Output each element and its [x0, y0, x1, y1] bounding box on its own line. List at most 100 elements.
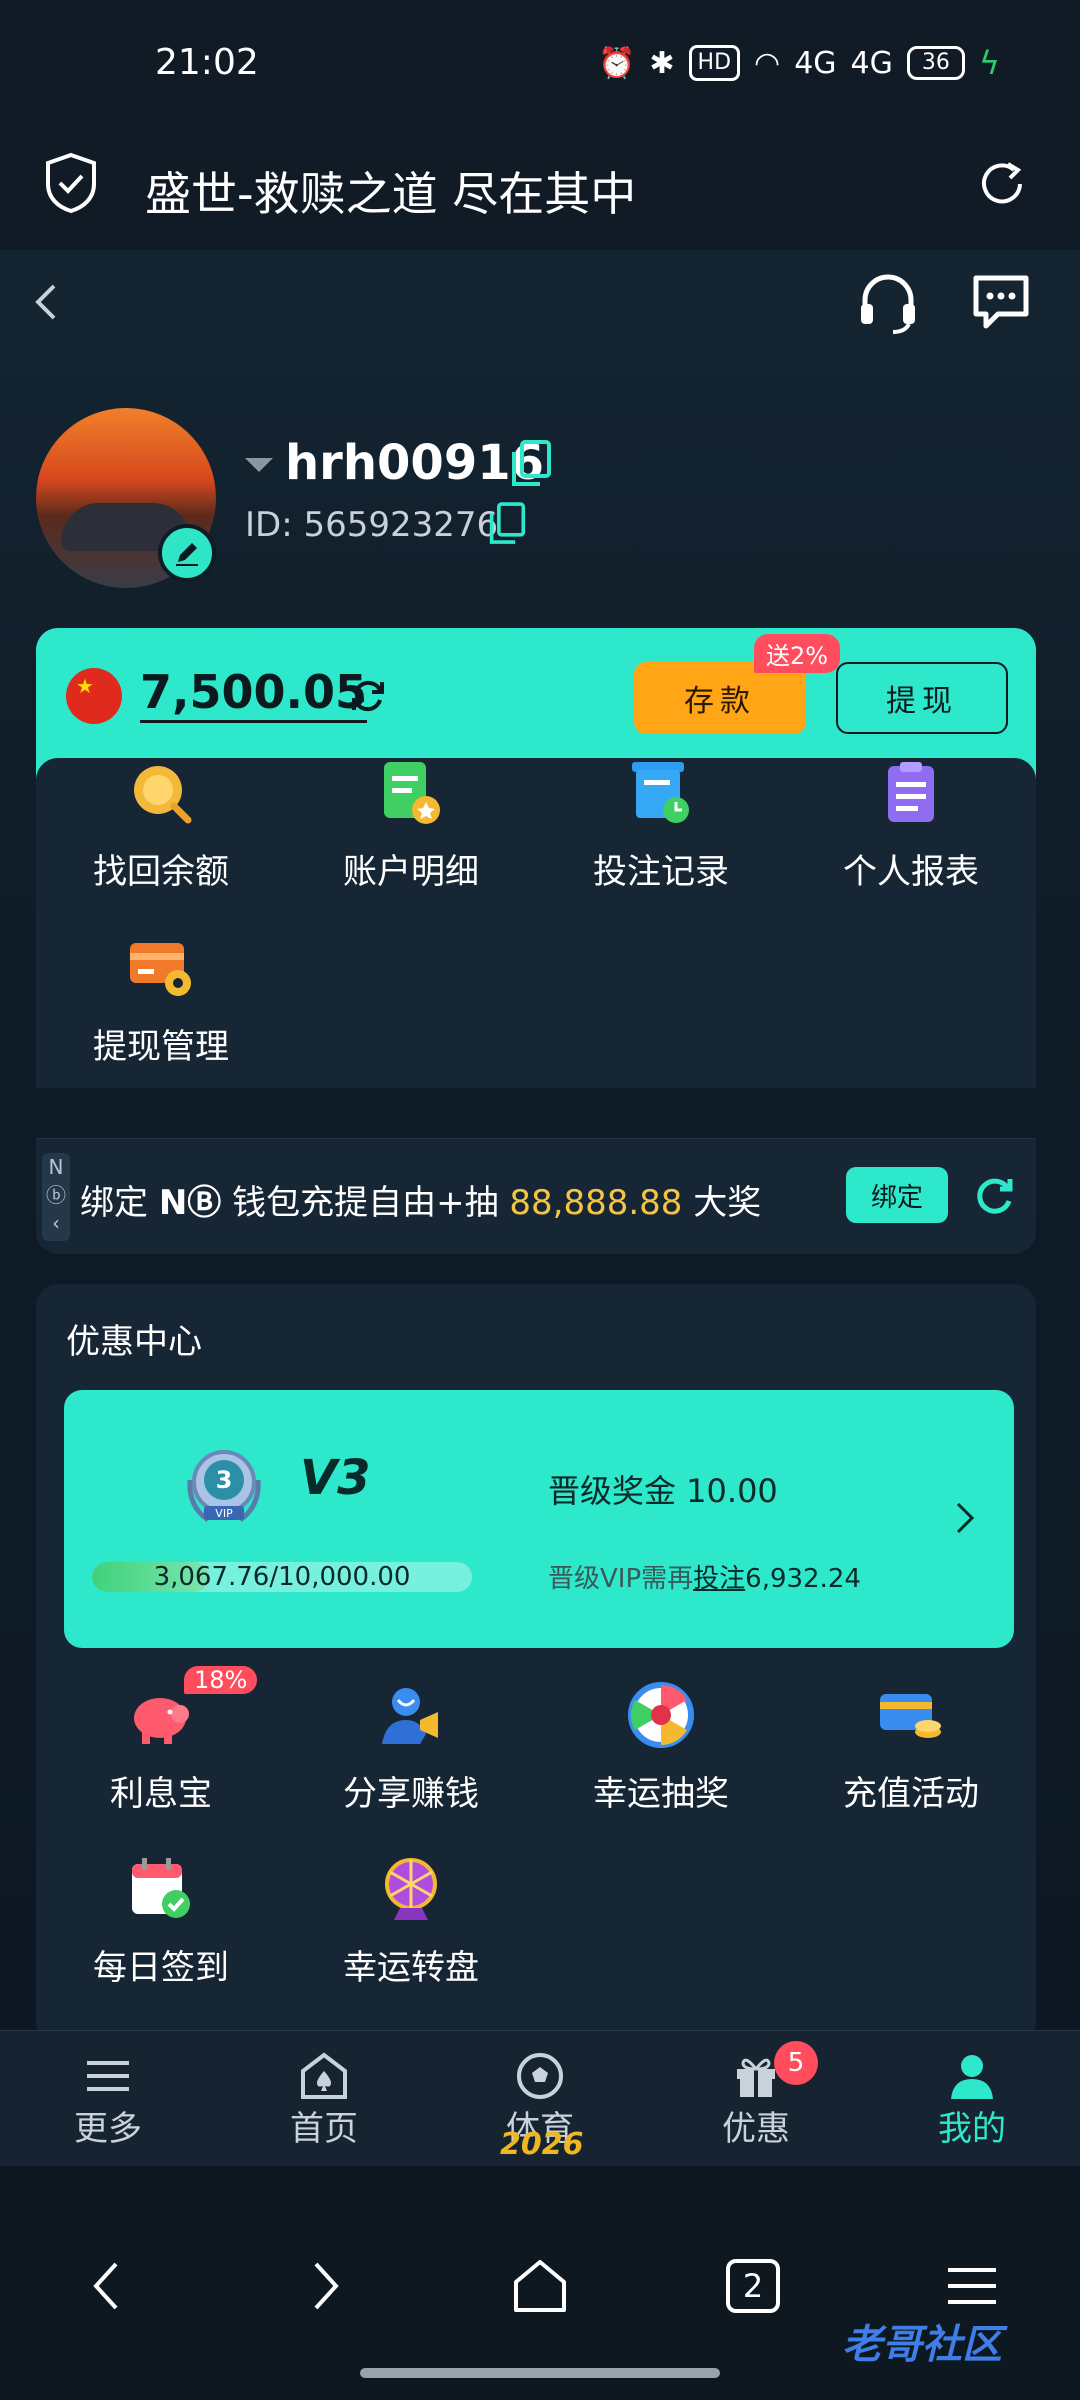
bind-wallet-text: 绑定 NⒷ 钱包充提自由+抽 88,888.88 大奖 — [80, 1175, 761, 1224]
page-content: hrh00916 ID: 565923276 ★ 7,500.05 存款 送2%… — [0, 250, 1080, 2030]
promo-label: 利息宝 — [110, 1774, 212, 1814]
nav-more[interactable]: 更多 — [8, 2031, 208, 2167]
menu-lines-icon — [87, 2061, 129, 2091]
back-arrow-icon[interactable] — [28, 280, 64, 324]
bind-button[interactable]: 绑定 — [846, 1167, 948, 1223]
refresh-icon[interactable] — [974, 156, 1030, 212]
promo-interest[interactable]: 18% 利息宝 — [36, 1666, 286, 1850]
nav-promo[interactable]: 5 优惠 — [656, 2031, 856, 2167]
bind-suffix: 大奖 — [682, 1183, 762, 1223]
bind-refresh-icon[interactable] — [972, 1173, 1016, 1217]
account-detail-icon — [384, 762, 440, 824]
sync-balance-icon[interactable] — [348, 676, 388, 716]
nav-label: 优惠 — [722, 2109, 790, 2149]
vip-badge-number: 3 — [216, 1466, 233, 1494]
signal-icon-1: 4G — [794, 45, 837, 81]
username: hrh00916 — [285, 435, 545, 491]
tabs-button[interactable]: 2 — [726, 2259, 780, 2313]
menu-label: 投注记录 — [593, 852, 729, 892]
nav-home[interactable]: 首页 — [224, 2031, 424, 2167]
report-clipboard-icon — [888, 762, 934, 822]
user-id: ID: 565923276 — [245, 505, 499, 545]
coin-search-icon — [134, 766, 192, 824]
browser-menu-icon[interactable] — [942, 2256, 1002, 2316]
app-bottom-nav: 更多 首页 体育 5 优惠 我的 2026 — [0, 2030, 1080, 2166]
nb-side-tab[interactable]: Nⓑ ‹ — [42, 1153, 70, 1241]
status-time: 21:02 — [155, 42, 259, 83]
shield-check-icon[interactable] — [44, 152, 98, 214]
menu-label: 个人报表 — [843, 852, 979, 892]
bind-prize-amount: 88,888.88 — [509, 1183, 683, 1223]
vip-upgrade-bonus: 晋级奖金 10.00 — [548, 1472, 778, 1510]
balance-amount: 7,500.05 — [140, 664, 367, 723]
nav-profile[interactable]: 我的 — [872, 2031, 1072, 2167]
vip-progress-text: 3,067.76/10,000.00 — [153, 1562, 411, 1592]
edit-avatar-icon[interactable] — [158, 524, 216, 582]
menu-label: 提现管理 — [93, 1027, 229, 1067]
withdraw-card-icon — [130, 943, 191, 996]
year-decoration: 2026 — [500, 2127, 584, 2162]
menu-personal-report[interactable]: 个人报表 — [786, 758, 1036, 928]
promo-label: 分享赚钱 — [343, 1774, 479, 1814]
menu-recover-balance[interactable]: 找回余额 — [36, 758, 286, 928]
promo-recharge-event[interactable]: 充值活动 — [786, 1680, 1036, 1850]
signal-icon-2: 4G — [850, 45, 893, 81]
promo-label: 幸运抽奖 — [593, 1774, 729, 1814]
home-indicator[interactable] — [360, 2368, 720, 2378]
menu-bet-record[interactable]: 投注记录 — [536, 758, 786, 928]
nav-label: 我的 — [938, 2109, 1006, 2149]
vip-level-badge-icon: 3 VIP — [187, 1450, 261, 1523]
browser-title: 盛世-救赎之道 尽在其中 — [145, 167, 637, 221]
menu-label: 账户明细 — [343, 852, 479, 892]
nb-brand: NⒷ — [158, 1183, 222, 1223]
promo-title: 优惠中心 — [66, 1322, 202, 1362]
vip-upgrade-requirement: 晋级VIP需再投注6,932.24 — [548, 1558, 861, 1595]
promo-lucky-draw[interactable]: 幸运抽奖 — [536, 1680, 786, 1850]
promo-label: 幸运转盘 — [343, 1948, 479, 1988]
bet-record-icon — [632, 762, 689, 823]
community-watermark: 老哥社区 — [842, 2322, 1002, 2368]
promo-label: 每日签到 — [93, 1948, 229, 1988]
vip-need-amount: 6,932.24 — [745, 1564, 861, 1594]
menu-account-detail[interactable]: 账户明细 — [286, 758, 536, 928]
menu-withdraw-manage[interactable]: 提现管理 — [36, 933, 286, 1103]
bind-middle: 钱包充提自由+抽 — [221, 1183, 510, 1223]
vip-badge-text: VIP — [215, 1507, 233, 1520]
chat-bubble-icon[interactable] — [968, 270, 1034, 336]
soccer-ball-icon — [517, 2053, 563, 2099]
caret-down-icon[interactable] — [245, 458, 273, 472]
share-megaphone-icon — [382, 1688, 438, 1744]
copy-username-icon[interactable] — [510, 440, 552, 488]
withdraw-button[interactable]: 提现 — [836, 662, 1008, 734]
promo-lucky-spin[interactable]: 幸运转盘 — [286, 1854, 536, 2024]
status-bar: 21:02 ⏰ ✱ HD ◠ 4G 4G 36 ϟ — [0, 0, 1080, 130]
nav-label: 首页 — [290, 2109, 358, 2149]
user-icon — [951, 2055, 993, 2099]
status-icons: ⏰ ✱ HD ◠ 4G 4G 36 ϟ — [598, 44, 1000, 82]
promo-daily-checkin[interactable]: 每日签到 — [36, 1854, 286, 2024]
bluetooth-icon: ✱ — [649, 45, 675, 81]
card-coin-icon — [880, 1694, 941, 1738]
headset-icon[interactable] — [855, 270, 921, 336]
browser-forward-icon[interactable] — [294, 2256, 354, 2316]
vip-level: V3 — [300, 1450, 371, 1506]
alarm-icon: ⏰ — [598, 45, 636, 81]
vip-bet-link[interactable]: 投注 — [693, 1564, 745, 1594]
bind-prefix: 绑定 — [80, 1183, 159, 1223]
vip-banner[interactable]: 3 VIP V3 3,067.76/10,000.00 晋级奖金 10.00 晋… — [64, 1390, 1014, 1648]
bind-wallet-banner[interactable]: Nⓑ ‹ 绑定 NⒷ 钱包充提自由+抽 88,888.88 大奖 绑定 — [36, 1138, 1036, 1254]
chevron-right-icon — [956, 1502, 975, 1534]
browser-back-icon[interactable] — [78, 2256, 138, 2316]
vip-need-prefix: 晋级VIP需再 — [548, 1564, 694, 1594]
interest-rate-badge: 18% — [184, 1666, 258, 1694]
promo-center: 优惠中心 3 VIP V3 3,067.76/10,000.00 晋级奖金 10… — [36, 1284, 1036, 2030]
battery-icon: 36 — [906, 46, 965, 80]
promo-count-badge: 5 — [774, 2041, 818, 2085]
nb-side-text: N — [48, 1155, 64, 1179]
lucky-wheel-icon — [628, 1682, 694, 1748]
promo-share-earn[interactable]: 分享赚钱 — [286, 1680, 536, 1850]
browser-home-icon[interactable] — [510, 2256, 570, 2316]
browser-bar: 盛世-救赎之道 尽在其中 — [0, 130, 1080, 250]
china-flag-icon: ★ — [66, 668, 122, 724]
copy-id-icon[interactable] — [488, 502, 526, 546]
